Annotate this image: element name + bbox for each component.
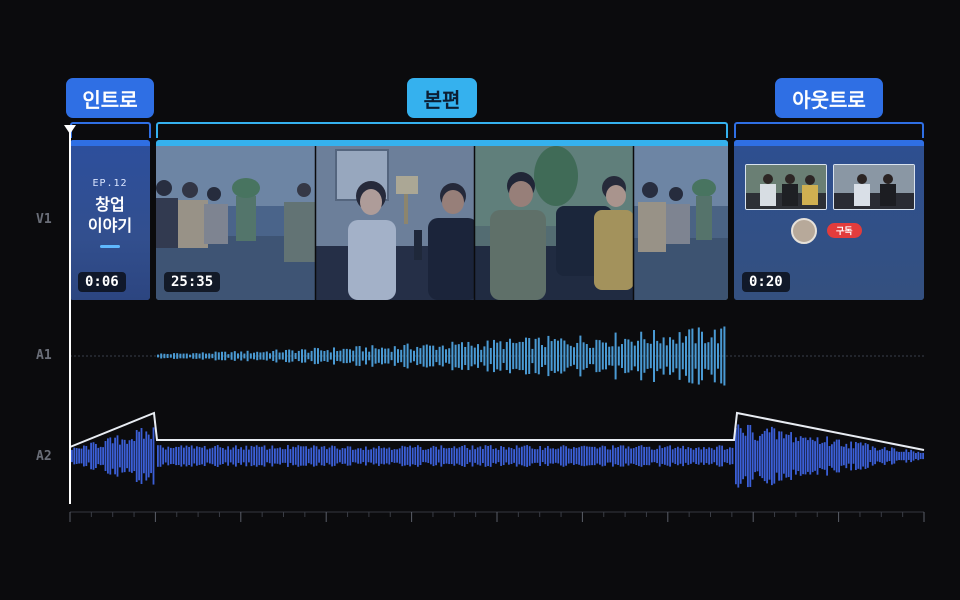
playhead[interactable] <box>60 120 80 520</box>
ruler-ticks <box>69 512 925 522</box>
timeline-ruler[interactable] <box>0 0 960 600</box>
